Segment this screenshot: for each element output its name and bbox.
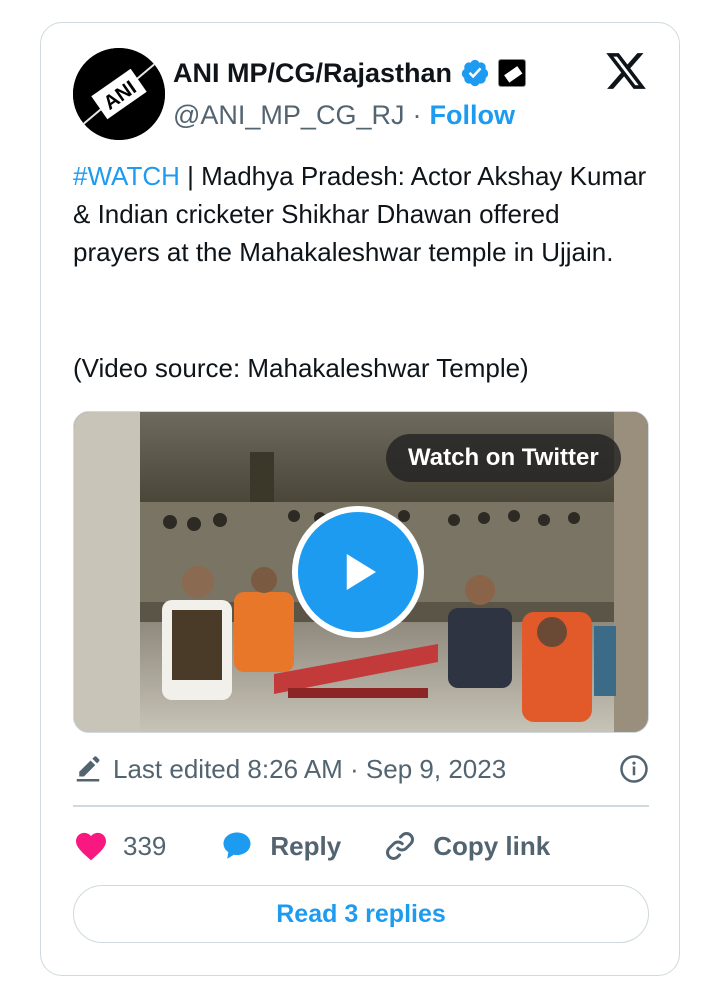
action-bar: 339 Reply Copy link <box>73 823 550 869</box>
divider <box>73 805 649 807</box>
separator-dot: · <box>412 99 422 130</box>
account-handle[interactable]: @ANI_MP_CG_RJ <box>173 100 404 131</box>
tweet-card: ANI ANI MP/CG/Rajasthan @ANI_MP_CG_RJ · … <box>40 22 680 976</box>
ani-logo-icon: ANI <box>73 48 165 140</box>
account-name[interactable]: ANI MP/CG/Rajasthan <box>173 58 452 89</box>
play-button[interactable] <box>292 506 424 638</box>
handle-row: @ANI_MP_CG_RJ · Follow <box>173 95 515 135</box>
avatar[interactable]: ANI <box>73 48 165 140</box>
edited-row: Last edited 8:26 AM · Sep 9, 2023 <box>73 749 649 789</box>
verified-icon <box>461 59 489 87</box>
follow-button[interactable]: Follow <box>429 100 514 131</box>
reply-button[interactable]: Reply <box>218 828 341 864</box>
like-button[interactable]: 339 <box>73 828 166 864</box>
copy-link-button[interactable]: Copy link <box>381 828 550 864</box>
info-icon[interactable] <box>619 754 649 784</box>
reply-label: Reply <box>270 830 342 861</box>
name-row: ANI MP/CG/Rajasthan <box>173 53 527 93</box>
tweet-text: #WATCH | Madhya Pradesh: Actor Akshay Ku… <box>73 157 653 271</box>
read-replies-button[interactable]: Read 3 replies <box>73 885 649 943</box>
reply-bubble-icon <box>223 832 251 859</box>
pencil-icon <box>76 756 100 782</box>
x-logo-icon[interactable] <box>604 49 648 93</box>
watch-on-twitter-button[interactable]: Watch on Twitter <box>386 434 621 482</box>
video-thumbnail[interactable]: Watch on Twitter <box>73 411 649 733</box>
last-edited-text[interactable]: Last edited 8:26 AM · Sep 9, 2023 <box>113 754 506 785</box>
copy-link-label: Copy link <box>433 830 551 861</box>
tweet-source-line: (Video source: Mahakaleshwar Temple) <box>73 353 529 383</box>
link-icon <box>386 832 415 860</box>
play-icon <box>346 554 376 590</box>
hashtag-link[interactable]: #WATCH <box>73 161 180 191</box>
like-count: 339 <box>123 830 167 861</box>
affiliate-badge-icon <box>498 59 527 87</box>
heart-icon <box>76 832 106 861</box>
